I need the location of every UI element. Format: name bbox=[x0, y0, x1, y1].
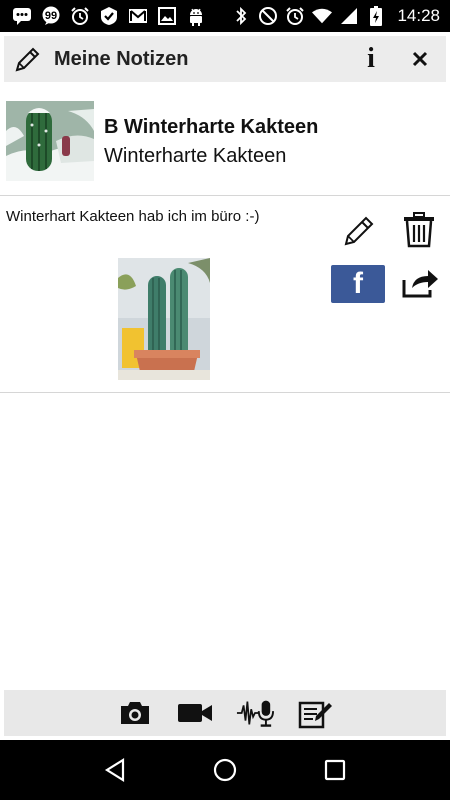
entry-subtitle: Winterharte Kakteen bbox=[104, 145, 287, 167]
message-icon bbox=[12, 6, 32, 26]
share-icon bbox=[402, 270, 438, 298]
recents-icon bbox=[324, 759, 346, 781]
alarm-icon bbox=[70, 6, 90, 26]
camera-icon bbox=[121, 702, 149, 724]
android-icon bbox=[186, 6, 206, 26]
entry-title: B Winterharte Kakteen bbox=[104, 116, 319, 138]
info-button[interactable]: i bbox=[358, 43, 384, 74]
app-bar: Meine Notizen i bbox=[4, 36, 446, 82]
gmail-icon bbox=[128, 6, 148, 26]
edit-note-button[interactable] bbox=[342, 214, 376, 248]
delete-note-button[interactable] bbox=[402, 212, 436, 248]
pencil-icon bbox=[344, 216, 374, 246]
camera-button[interactable] bbox=[116, 695, 154, 731]
status-time: 14:28 bbox=[397, 6, 440, 25]
home-icon bbox=[213, 758, 237, 782]
edit-note-icon bbox=[298, 701, 332, 729]
back-icon bbox=[104, 758, 125, 782]
navigation-bar bbox=[0, 740, 450, 800]
trash-icon bbox=[404, 212, 434, 248]
text-note-button[interactable] bbox=[296, 695, 334, 731]
bottom-toolbar bbox=[4, 690, 446, 736]
share-button[interactable] bbox=[400, 268, 440, 300]
recents-button[interactable] bbox=[315, 750, 355, 790]
entry-thumbnail bbox=[6, 101, 94, 181]
video-camera-icon bbox=[178, 704, 212, 722]
cell-signal-icon bbox=[339, 6, 359, 26]
home-button[interactable] bbox=[205, 750, 245, 790]
pencil-icon bbox=[14, 45, 42, 73]
image-icon bbox=[157, 6, 177, 26]
entry-header[interactable]: B Winterharte Kakteen Winterharte Kaktee… bbox=[0, 98, 450, 196]
app-title: Meine Notizen bbox=[54, 47, 189, 70]
facebook-icon: f bbox=[353, 267, 363, 300]
note-text: Winterhart Kakteen hab ich im büro :-) bbox=[6, 208, 260, 225]
bluetooth-icon bbox=[231, 6, 251, 26]
note-photo[interactable] bbox=[118, 258, 210, 380]
status-bar: 99 14:28 bbox=[0, 0, 450, 32]
alarm-icon bbox=[285, 6, 305, 26]
battery-charging-icon bbox=[366, 6, 386, 26]
chat-icon: 99 bbox=[41, 6, 61, 26]
facebook-share-button[interactable]: f bbox=[331, 265, 385, 303]
wifi-icon bbox=[312, 6, 333, 26]
back-button[interactable] bbox=[95, 750, 135, 790]
audio-record-button[interactable] bbox=[236, 695, 274, 731]
do-not-disturb-icon bbox=[258, 6, 278, 26]
check-icon bbox=[99, 6, 119, 26]
close-button[interactable] bbox=[400, 39, 440, 79]
audio-record-icon bbox=[236, 700, 274, 727]
svg-text:99: 99 bbox=[45, 10, 57, 22]
video-button[interactable] bbox=[176, 695, 214, 731]
close-icon bbox=[412, 51, 428, 67]
